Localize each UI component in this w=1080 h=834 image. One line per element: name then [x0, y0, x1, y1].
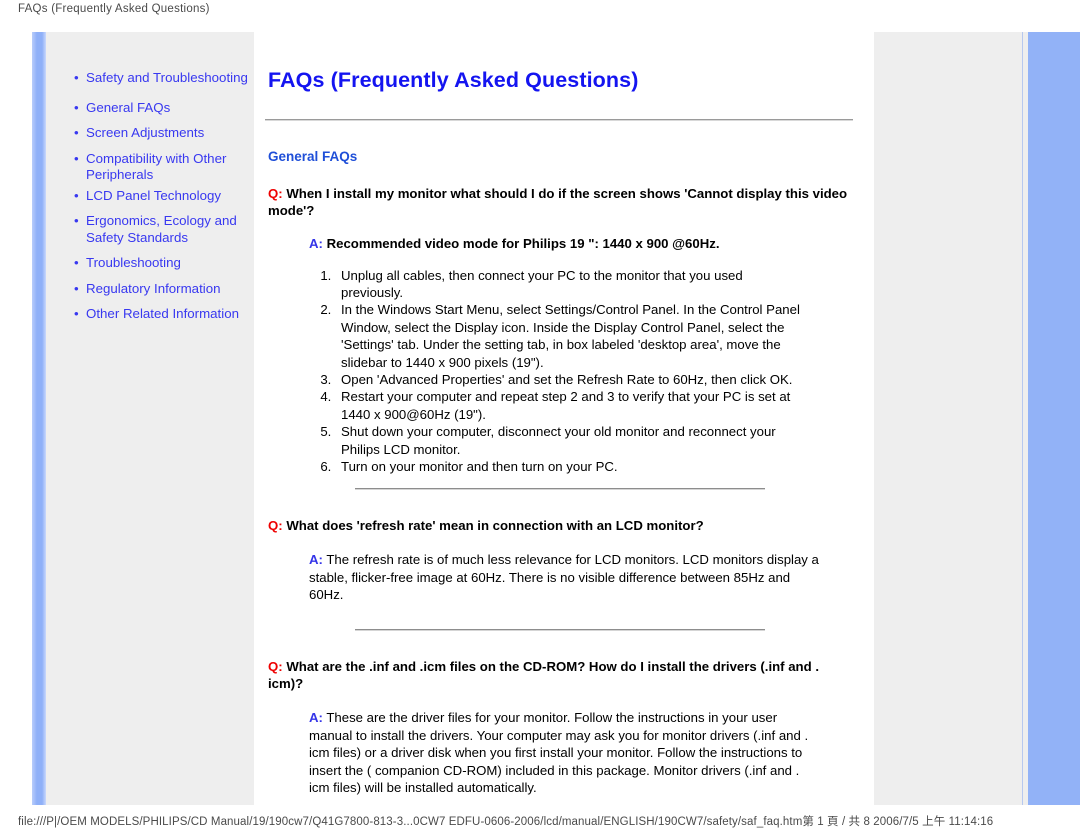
title-divider — [265, 119, 853, 121]
faq-answer: A: The refresh rate is of much less rele… — [263, 551, 857, 604]
sidebar-item-label[interactable]: Safety and Troubleshooting — [86, 70, 248, 85]
bullet-icon: • — [74, 187, 79, 203]
faq-item-2: Q: What does 'refresh rate' mean in conn… — [263, 517, 857, 604]
sidebar-item-lcd-panel-technology[interactable]: • LCD Panel Technology — [74, 188, 256, 205]
footer-file-path: file:///P|/OEM MODELS/PHILIPS/CD Manual/… — [18, 816, 803, 828]
answer-marker: A: — [309, 710, 323, 725]
faq-question: Q: What does 'refresh rate' mean in conn… — [263, 517, 857, 534]
faq-answer-headline-text: Recommended video mode for Philips 19 ":… — [326, 236, 720, 251]
answer-marker: A: — [309, 552, 323, 567]
bullet-icon: • — [74, 99, 79, 115]
page-title: FAQs (Frequently Asked Questions) — [268, 68, 639, 92]
list-item: Unplug all cables, then connect your PC … — [335, 267, 802, 302]
sidebar-item-troubleshooting[interactable]: • Troubleshooting — [74, 255, 256, 272]
document-page: FAQs (Frequently Asked Questions) • Safe… — [0, 0, 1080, 834]
bullet-icon: • — [74, 306, 79, 321]
faq-steps-list: Unplug all cables, then connect your PC … — [263, 267, 857, 476]
faq-question: Q: When I install my monitor what should… — [263, 185, 857, 219]
sidebar-accent-stripe — [32, 32, 46, 805]
sidebar-item-safety-and-troubleshooting[interactable]: • Safety and Troubleshooting — [74, 70, 256, 87]
faq-question-text: What are the .inf and .icm files on the … — [268, 659, 819, 691]
footer-page-info: 第 1 頁 / 共 8 — [802, 816, 870, 828]
bullet-icon: • — [74, 213, 79, 228]
sidebar-item-label[interactable]: Screen Adjustments — [86, 125, 204, 140]
sidebar-item-label[interactable]: Troubleshooting — [86, 255, 181, 270]
bullet-icon: • — [74, 255, 79, 270]
list-item: Restart your computer and repeat step 2 … — [335, 388, 802, 423]
sidebar-item-compatibility-with-other-peripherals[interactable]: • Compatibility with Other Peripherals — [74, 151, 256, 184]
question-marker: Q: — [268, 659, 283, 674]
list-item: In the Windows Start Menu, select Settin… — [335, 301, 802, 371]
bullet-icon: • — [74, 125, 79, 140]
right-accent-stripe — [1028, 32, 1080, 805]
print-header-title: FAQs (Frequently Asked Questions) — [18, 3, 210, 15]
faq-answer-headline: A: Recommended video mode for Philips 19… — [263, 235, 857, 253]
faq-answer: A: These are the driver files for your m… — [263, 709, 857, 797]
faq-answer-text: The refresh rate is of much less relevan… — [309, 552, 819, 602]
bullet-icon: • — [74, 150, 79, 166]
bullet-icon: • — [74, 280, 79, 296]
sidebar-nav-panel: • Safety and Troubleshooting • General F… — [32, 32, 254, 805]
sidebar-item-other-related-information[interactable]: • Other Related Information — [74, 306, 256, 323]
print-footer: file:///P|/OEM MODELS/PHILIPS/CD Manual/… — [18, 813, 993, 829]
answer-marker: A: — [309, 236, 323, 251]
sidebar-item-ergonomics-ecology-and-safety-standards[interactable]: • Ergonomics, Ecology and Safety Standar… — [74, 213, 256, 246]
sidebar-item-screen-adjustments[interactable]: • Screen Adjustments — [74, 125, 256, 142]
sidebar-nav-list: • Safety and Troubleshooting • General F… — [74, 70, 256, 327]
sidebar-item-regulatory-information[interactable]: • Regulatory Information — [74, 281, 256, 298]
list-item: Shut down your computer, disconnect your… — [335, 423, 802, 458]
faq-item-3: Q: What are the .inf and .icm files on t… — [263, 658, 857, 797]
section-title-general-faqs: General FAQs — [268, 149, 358, 164]
faq-answer-text: These are the driver files for your moni… — [309, 710, 809, 795]
faq-question-text: When I install my monitor what should I … — [268, 186, 848, 218]
bullet-icon: • — [74, 70, 79, 85]
sidebar-item-general-faqs[interactable]: • General FAQs — [74, 100, 256, 117]
sidebar-item-label[interactable]: Ergonomics, Ecology and Safety Standards — [86, 213, 237, 245]
right-panel-divider — [1022, 32, 1023, 805]
footer-timestamp: 2006/7/5 上午 11:14:16 — [873, 816, 994, 828]
sidebar-item-label[interactable]: General FAQs — [86, 100, 170, 115]
sidebar-item-label[interactable]: LCD Panel Technology — [86, 188, 221, 203]
sidebar-item-label[interactable]: Compatibility with Other Peripherals — [86, 151, 226, 183]
main-content: FAQs (Frequently Asked Questions) Genera… — [263, 32, 857, 805]
faq-question: Q: What are the .inf and .icm files on t… — [263, 658, 857, 692]
list-item: Turn on your monitor and then turn on yo… — [335, 458, 802, 475]
sidebar-item-label[interactable]: Regulatory Information — [86, 281, 221, 296]
faq-item-1: Q: When I install my monitor what should… — [263, 185, 857, 475]
question-marker: Q: — [268, 518, 283, 533]
section-divider-1 — [355, 488, 765, 490]
section-divider-2 — [355, 629, 765, 631]
question-marker: Q: — [268, 186, 283, 201]
faq-question-text: What does 'refresh rate' mean in connect… — [286, 518, 704, 533]
sidebar-item-label[interactable]: Other Related Information — [86, 306, 239, 321]
list-item: Open 'Advanced Properties' and set the R… — [335, 371, 802, 388]
